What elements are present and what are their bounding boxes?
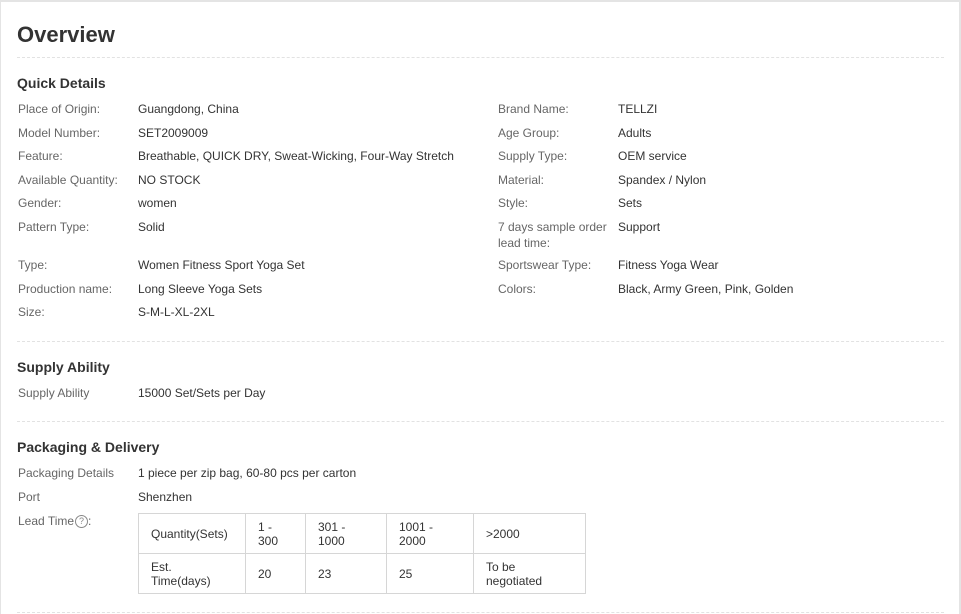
- lead-time-colon: :: [88, 514, 92, 528]
- label-type: Type:: [18, 258, 48, 272]
- label-brand-name: Brand Name:: [498, 102, 569, 116]
- value-size: S-M-L-XL-2XL: [138, 305, 215, 319]
- label-port: Port: [18, 490, 41, 504]
- question-circle-icon[interactable]: ?: [75, 515, 89, 529]
- value-style: Sets: [618, 196, 643, 210]
- label-supply-type: Supply Type:: [498, 149, 568, 163]
- table-row: Quantity(Sets) 1 - 300 301 - 1000 1001 -…: [138, 513, 586, 554]
- label-material: Material:: [498, 173, 545, 187]
- table-cell: 23: [305, 553, 387, 594]
- value-age-group: Adults: [618, 126, 652, 140]
- lead-time-text: Lead Time: [18, 514, 75, 528]
- section-title-packaging-delivery: Packaging & Delivery: [17, 439, 160, 455]
- value-feature: Breathable, QUICK DRY, Sweat-Wicking, Fo…: [138, 149, 454, 163]
- label-gender: Gender:: [18, 196, 62, 210]
- label-sportswear-type: Sportswear Type:: [498, 258, 592, 272]
- value-brand-name: TELLZI: [618, 102, 658, 116]
- value-place-of-origin: Guangdong, China: [138, 102, 239, 116]
- section-title-quick-details: Quick Details: [17, 75, 106, 91]
- value-colors: Black, Army Green, Pink, Golden: [618, 282, 794, 296]
- label-available-quantity: Available Quantity:: [18, 173, 118, 187]
- table-cell: 301 - 1000: [305, 513, 387, 554]
- value-supply-type: OEM service: [618, 149, 687, 163]
- table-cell: 25: [386, 553, 474, 594]
- label-supply-ability: Supply Ability: [18, 386, 90, 400]
- overview-panel: Overview Quick Details Place of Origin: …: [0, 0, 961, 614]
- divider: [17, 341, 944, 342]
- label-lead-time: Lead Time?:: [18, 513, 133, 529]
- table-cell: 1 - 300: [245, 513, 306, 554]
- label-pattern-type: Pattern Type:: [18, 220, 90, 234]
- value-packaging-details: 1 piece per zip bag, 60-80 pcs per carto…: [138, 466, 357, 480]
- value-gender: women: [138, 196, 177, 210]
- label-size: Size:: [18, 305, 45, 319]
- label-production-name: Production name:: [18, 282, 113, 296]
- value-pattern-type: Solid: [138, 220, 165, 234]
- label-sample-lead-time: 7 days sample order lead time:: [498, 220, 607, 250]
- page-title: Overview: [17, 22, 115, 47]
- section-title-supply-ability: Supply Ability: [17, 359, 110, 375]
- label-age-group: Age Group:: [498, 126, 560, 140]
- label-colors: Colors:: [498, 282, 537, 296]
- divider: [17, 421, 944, 422]
- label-model-number: Model Number:: [18, 126, 101, 140]
- value-model-number: SET2009009: [138, 126, 209, 140]
- value-production-name: Long Sleeve Yoga Sets: [138, 282, 263, 296]
- value-supply-ability: 15000 Set/Sets per Day: [138, 386, 266, 400]
- table-cell: To be negotiated: [473, 553, 586, 594]
- table-cell: 20: [245, 553, 306, 594]
- value-available-quantity: NO STOCK: [138, 173, 201, 187]
- label-place-of-origin: Place of Origin:: [18, 102, 101, 116]
- table-cell: >2000: [473, 513, 586, 554]
- value-type: Women Fitness Sport Yoga Set: [138, 258, 305, 272]
- label-packaging-details: Packaging Details: [18, 466, 115, 480]
- label-style: Style:: [498, 196, 529, 210]
- table-cell: 1001 - 2000: [386, 513, 474, 554]
- table-cell: Quantity(Sets): [138, 513, 246, 554]
- table-cell: Est. Time(days): [138, 553, 246, 594]
- lead-time-table: Quantity(Sets) 1 - 300 301 - 1000 1001 -…: [138, 513, 586, 594]
- value-port: Shenzhen: [138, 490, 193, 504]
- divider: [17, 612, 944, 613]
- divider: [17, 57, 944, 58]
- value-material: Spandex / Nylon: [618, 173, 707, 187]
- value-sample-lead-time: Support: [618, 220, 661, 234]
- value-sportswear-type: Fitness Yoga Wear: [618, 258, 719, 272]
- label-feature: Feature:: [18, 149, 63, 163]
- table-row: Est. Time(days) 20 23 25 To be negotiate…: [138, 553, 586, 594]
